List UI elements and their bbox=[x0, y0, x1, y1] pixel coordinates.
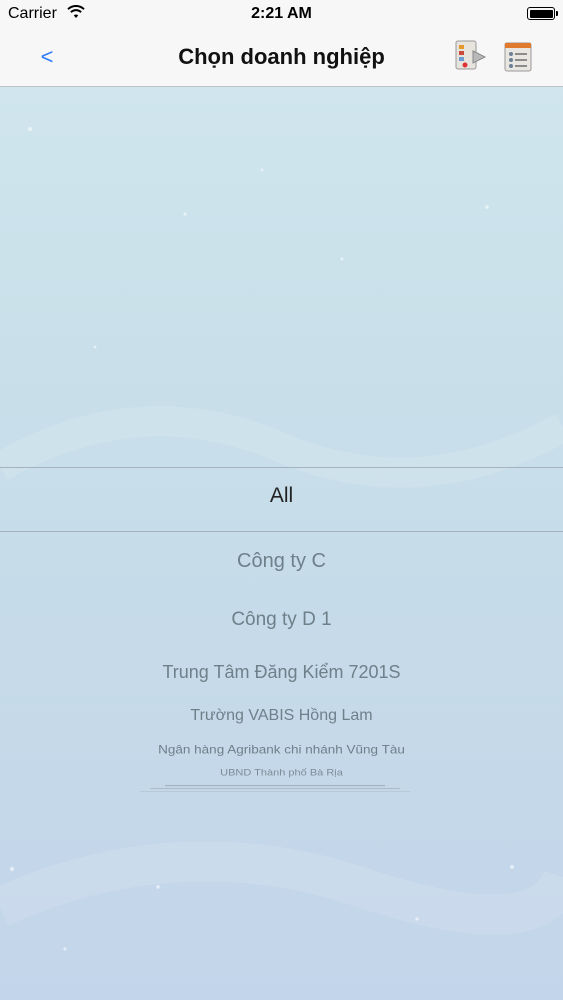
status-bar: Carrier 2:21 AM bbox=[0, 0, 563, 28]
list-document-icon[interactable] bbox=[502, 39, 536, 73]
picker-option[interactable]: UBND Thành phố Bà Rịa bbox=[0, 768, 563, 778]
picker-faded-options bbox=[140, 785, 410, 792]
picker-option[interactable]: Công ty D 1 bbox=[0, 609, 563, 631]
picker-option[interactable]: Ngân hàng Agribank chi nhánh Vũng Tàu bbox=[0, 743, 563, 757]
status-time: 2:21 AM bbox=[251, 5, 312, 22]
picker-selection-bottom-border bbox=[0, 531, 563, 532]
battery-icon bbox=[527, 7, 558, 20]
picker-option[interactable]: Trường VABIS Hồng Lam bbox=[0, 707, 563, 725]
company-picker[interactable]: All Công ty C Công ty D 1 Trung Tâm Đăng… bbox=[0, 87, 563, 1000]
document-export-icon[interactable] bbox=[453, 39, 489, 73]
nav-bar: < Chọn doanh nghiệp bbox=[0, 28, 563, 87]
picker-selection-top-border bbox=[0, 467, 563, 468]
picker-option[interactable]: Trung Tâm Đăng Kiểm 7201S bbox=[0, 662, 563, 683]
picker-selected-item[interactable]: All bbox=[0, 484, 563, 508]
picker-option[interactable]: Công ty C bbox=[0, 550, 563, 573]
